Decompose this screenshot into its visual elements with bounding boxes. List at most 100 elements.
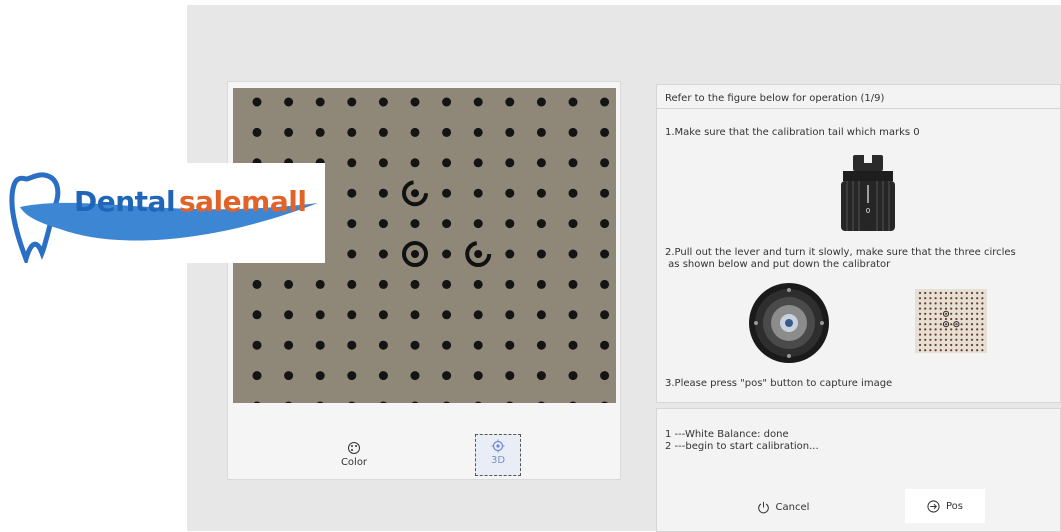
mini-dot xyxy=(960,349,963,352)
mini-dot xyxy=(965,291,968,295)
mini-dot xyxy=(970,328,974,331)
mini-dot xyxy=(981,333,984,336)
mini-dot xyxy=(955,328,958,331)
calibration-dot xyxy=(600,219,610,229)
mini-dot xyxy=(965,338,968,341)
mini-dot xyxy=(939,343,942,347)
calibration-dot xyxy=(410,279,420,289)
calibration-dot xyxy=(536,127,546,137)
cancel-button[interactable]: Cancel xyxy=(741,490,825,524)
mini-dot xyxy=(976,323,979,326)
mini-dot xyxy=(924,333,927,336)
calibration-dot xyxy=(473,188,483,198)
mini-dot xyxy=(934,338,937,341)
calibration-dot xyxy=(536,310,546,320)
calibration-dot xyxy=(568,371,578,381)
calibration-dot xyxy=(410,158,420,168)
calibration-dot xyxy=(536,188,546,198)
calibration-dot xyxy=(505,279,515,289)
mini-dot xyxy=(970,302,974,305)
mini-dot xyxy=(939,302,942,305)
calibration-dot xyxy=(347,219,357,229)
mini-dot xyxy=(950,349,953,352)
mini-dot xyxy=(924,297,927,300)
calibration-dot xyxy=(568,249,578,259)
calibration-dot xyxy=(600,340,610,350)
mini-dot xyxy=(934,291,937,295)
calibration-dot xyxy=(473,340,483,350)
mini-dot xyxy=(981,302,984,305)
mini-dot xyxy=(976,291,979,295)
mini-dot xyxy=(960,297,963,300)
mini-dot xyxy=(950,317,953,321)
mini-dot xyxy=(965,323,968,326)
calibration-dot xyxy=(315,371,325,381)
calibration-dot xyxy=(568,279,578,289)
calibration-dot xyxy=(568,97,578,107)
calibration-dot xyxy=(410,310,420,320)
mini-dot xyxy=(944,323,948,326)
mini-dot xyxy=(918,302,922,305)
mini-dot xyxy=(918,297,922,300)
calibration-dot xyxy=(600,97,610,107)
mini-dot xyxy=(939,307,942,310)
mini-dot xyxy=(970,307,974,310)
mini-dot xyxy=(965,349,968,352)
mini-dot xyxy=(934,333,937,336)
mode-color-button[interactable]: Color xyxy=(332,437,376,477)
calibration-dot xyxy=(347,279,357,289)
calibration-dot xyxy=(284,127,294,137)
mini-dot xyxy=(950,323,953,326)
pos-button[interactable]: Pos xyxy=(905,489,985,523)
calibration-dot xyxy=(442,188,452,198)
mini-dot xyxy=(970,297,974,300)
mini-dot xyxy=(976,317,979,321)
calibrator-tail-figure: 0 xyxy=(841,155,895,231)
calibration-dot xyxy=(252,127,262,137)
calibration-dot xyxy=(442,97,452,107)
calibration-dot xyxy=(568,158,578,168)
mini-dot xyxy=(981,323,984,326)
mini-dot xyxy=(929,291,932,295)
calibration-dot xyxy=(600,249,610,259)
mini-dot xyxy=(929,323,932,326)
mini-dot xyxy=(924,307,927,310)
mini-dot xyxy=(918,317,922,321)
mode-3d-button[interactable]: 3D xyxy=(475,434,521,476)
mini-dot xyxy=(965,312,968,315)
mini-dot xyxy=(944,307,948,310)
calibration-dot xyxy=(347,371,357,381)
mini-dot xyxy=(934,307,937,310)
mini-dot xyxy=(934,297,937,300)
mini-dot xyxy=(960,333,963,336)
mode-color-label: Color xyxy=(340,457,368,468)
calibration-dot xyxy=(568,127,578,137)
calibration-dot xyxy=(442,127,452,137)
mini-dot xyxy=(970,291,974,295)
mini-dot xyxy=(934,328,937,331)
calibration-dot xyxy=(315,340,325,350)
calibration-dot xyxy=(410,97,420,107)
mini-dot xyxy=(955,338,958,341)
mini-dot xyxy=(981,291,984,295)
mini-dot xyxy=(929,328,932,331)
mini-dot xyxy=(918,291,922,295)
mini-dot xyxy=(944,328,948,331)
calibration-dot xyxy=(600,279,610,289)
mini-dot xyxy=(976,349,979,352)
mini-dot xyxy=(981,338,984,341)
step-2-line-1: 2.Pull out the lever and turn it slowly,… xyxy=(665,247,1016,258)
three-circles-figure xyxy=(915,289,987,353)
mini-dot xyxy=(950,343,953,347)
calibration-dot xyxy=(347,249,357,259)
calibration-dot xyxy=(252,340,262,350)
calibration-dot xyxy=(442,158,452,168)
calibration-dot xyxy=(378,279,388,289)
calibration-dot xyxy=(347,188,357,198)
mini-dot xyxy=(955,349,958,352)
calibration-dot xyxy=(347,340,357,350)
dentalsalemall-logo: Dental salemall xyxy=(0,163,325,263)
mini-dot xyxy=(939,291,942,295)
mini-dot xyxy=(944,297,948,300)
mini-dot xyxy=(981,349,984,352)
